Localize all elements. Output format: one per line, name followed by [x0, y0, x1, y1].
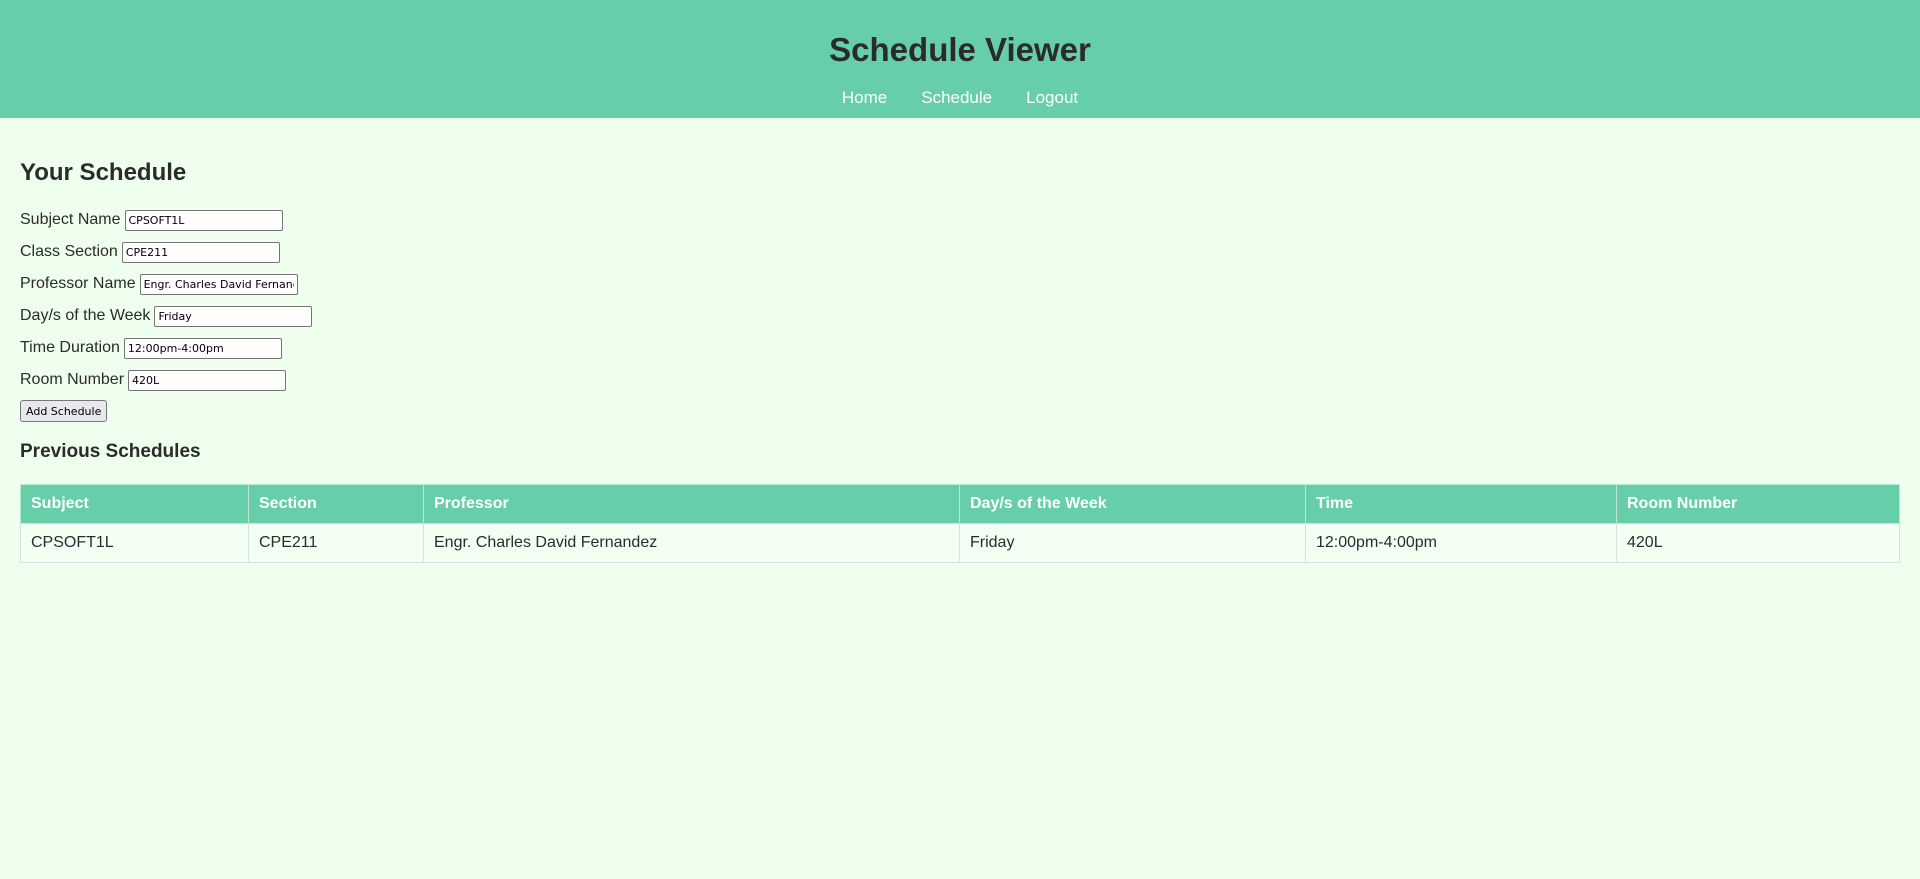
nav-home-link[interactable]: Home	[842, 88, 887, 108]
table-header-row: Subject Section Professor Day/s of the W…	[20, 484, 1900, 524]
professor-name-input[interactable]	[139, 273, 298, 295]
form-row-subject: Subject Name	[20, 204, 1900, 236]
class-section-input[interactable]	[121, 241, 280, 263]
form-row-days: Day/s of the Week	[20, 300, 1900, 332]
form-row-professor: Professor Name	[20, 268, 1900, 300]
schedule-table: Subject Section Professor Day/s of the W…	[20, 484, 1900, 563]
column-header-days: Day/s of the Week	[959, 484, 1306, 524]
section-title-previous-schedules: Previous Schedules	[20, 441, 201, 462]
add-schedule-button[interactable]: Add Schedule	[20, 400, 108, 422]
professor-name-label: Professor Name	[20, 275, 136, 292]
room-number-label: Room Number	[20, 371, 125, 388]
class-section-label: Class Section	[20, 243, 118, 260]
days-of-week-input[interactable]	[154, 305, 313, 327]
cell-professor: Engr. Charles David Fernandez	[423, 523, 960, 563]
nav-schedule-link[interactable]: Schedule	[921, 88, 992, 108]
page-header: Schedule Viewer Home Schedule Logout	[0, 0, 1920, 118]
form-row-room: Room Number	[20, 364, 1900, 396]
cell-subject: CPSOFT1L	[20, 523, 249, 563]
column-header-time: Time	[1305, 484, 1617, 524]
cell-time: 12:00pm-4:00pm	[1305, 523, 1617, 563]
app-title: Schedule Viewer	[829, 31, 1091, 68]
section-title-your-schedule: Your Schedule	[20, 159, 187, 186]
form-row-time: Time Duration	[20, 332, 1900, 364]
time-duration-input[interactable]	[123, 337, 282, 359]
subject-name-input[interactable]	[124, 209, 283, 231]
main-nav: Home Schedule Logout	[0, 88, 1920, 108]
nav-logout-link[interactable]: Logout	[1026, 88, 1078, 108]
column-header-section: Section	[248, 484, 424, 524]
time-duration-label: Time Duration	[20, 339, 120, 356]
schedule-form: Subject Name Class Section Professor Nam…	[20, 204, 1900, 422]
cell-room: 420L	[1616, 523, 1900, 563]
main-content: Your Schedule Subject Name Class Section…	[0, 118, 1920, 563]
table-row: CPSOFT1L CPE211 Engr. Charles David Fern…	[20, 523, 1900, 563]
column-header-room: Room Number	[1616, 484, 1900, 524]
cell-days: Friday	[959, 523, 1306, 563]
cell-section: CPE211	[248, 523, 424, 563]
subject-name-label: Subject Name	[20, 211, 121, 228]
column-header-professor: Professor	[423, 484, 960, 524]
days-of-week-label: Day/s of the Week	[20, 307, 151, 324]
form-row-section: Class Section	[20, 236, 1900, 268]
room-number-input[interactable]	[128, 369, 287, 391]
column-header-subject: Subject	[20, 484, 249, 524]
